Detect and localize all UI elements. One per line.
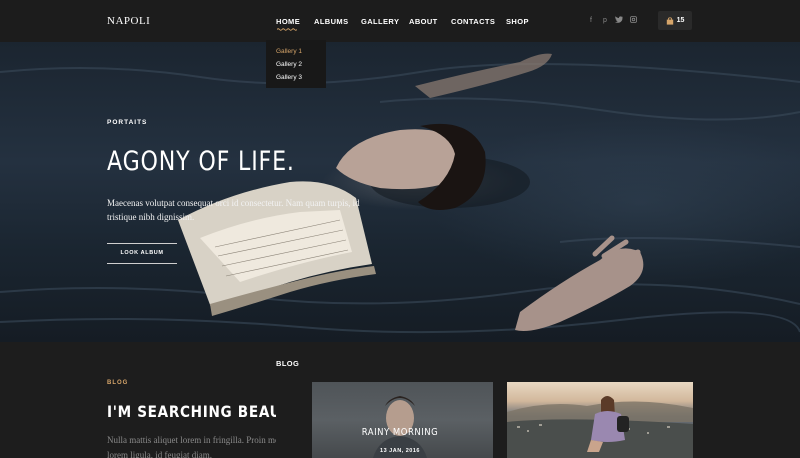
- look-album-button[interactable]: LOOK ALBUM: [107, 243, 177, 264]
- hero-title: AGONY OF LIFE.: [107, 146, 295, 177]
- nav-shop[interactable]: SHOP: [506, 0, 536, 42]
- blog-card-title: RAINY MORNING: [361, 427, 439, 438]
- hero-description: Maecenas volutpat consequat orci id cons…: [107, 198, 360, 222]
- site-header: NAPOLI HOME ALBUMS GALLERY ABOUT BLOG CO…: [0, 0, 800, 458]
- dropdown-item-gallery-2[interactable]: Gallery 2: [266, 58, 326, 71]
- hero-kicker: PORTAITS: [107, 119, 148, 126]
- twitter-icon[interactable]: [612, 16, 626, 26]
- pinterest-icon[interactable]: p: [598, 16, 612, 26]
- social-links: f p: [584, 16, 640, 26]
- shopping-bag-icon: [666, 16, 673, 25]
- blog-section: BLOG I'M SEARCHING BEAUTY Nulla mattis a…: [0, 342, 800, 458]
- nav-albums[interactable]: ALBUMS: [314, 0, 361, 42]
- blog-title: I'M SEARCHING BEAUTY: [107, 402, 302, 421]
- blog-card-image: [507, 396, 693, 458]
- blog-card-date: 13 JAN, 2016: [380, 448, 420, 454]
- blog-kicker: BLOG: [107, 380, 129, 386]
- nav-home-label: HOME: [276, 17, 301, 26]
- nav-home[interactable]: HOME: [276, 0, 314, 42]
- blog-card-image: [373, 396, 427, 458]
- blog-card-2[interactable]: [507, 382, 693, 458]
- nav-about[interactable]: ABOUT: [409, 0, 451, 42]
- hero-slider: PORTAITS AGONY OF LIFE. Maecenas volutpa…: [0, 42, 800, 342]
- nav-contacts[interactable]: CONTACTS: [451, 0, 506, 42]
- site-logo[interactable]: NAPOLI: [107, 15, 150, 27]
- instagram-icon[interactable]: [626, 16, 640, 26]
- facebook-icon[interactable]: f: [584, 16, 598, 26]
- cart-button[interactable]: 15: [658, 11, 692, 30]
- nav-gallery[interactable]: GALLERY: [361, 0, 409, 42]
- nav-blog[interactable]: BLOG: [276, 342, 312, 458]
- main-nav: HOME ALBUMS GALLERY ABOUT BLOG CONTACTS …: [276, 0, 536, 458]
- blog-card-rainy-morning[interactable]: RAINY MORNING 13 JAN, 2016: [307, 382, 493, 458]
- dropdown-item-gallery-1[interactable]: Gallery 1: [266, 45, 326, 58]
- cart-count: 15: [676, 17, 685, 24]
- gallery-dropdown: Gallery 1 Gallery 2 Gallery 3: [266, 40, 326, 88]
- dropdown-item-gallery-3[interactable]: Gallery 3: [266, 71, 326, 84]
- nav-active-underline: [277, 28, 297, 31]
- hero-background-image: [0, 53, 800, 334]
